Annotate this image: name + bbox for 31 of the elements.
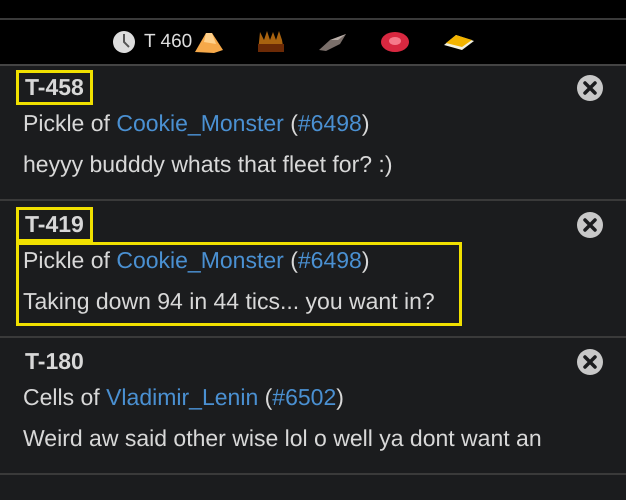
wheat-icon[interactable]: [256, 30, 286, 54]
ingot-icon[interactable]: [442, 33, 476, 51]
player-id-link[interactable]: #6498: [298, 110, 362, 136]
message-turn: T-458: [16, 70, 93, 105]
player-id-link[interactable]: #6498: [298, 247, 362, 273]
clock-icon: [112, 30, 136, 54]
player-id-link[interactable]: #6502: [272, 384, 336, 410]
paren: (: [290, 247, 298, 273]
sender-link[interactable]: Cookie_Monster: [116, 110, 284, 136]
sender-link[interactable]: Vladimir_Lenin: [106, 384, 258, 410]
rock-icon[interactable]: [318, 32, 348, 52]
sender-link[interactable]: Cookie_Monster: [116, 247, 284, 273]
paren: (: [290, 110, 298, 136]
gem-icon[interactable]: [380, 31, 410, 53]
sender-prefix: Cells of: [23, 384, 100, 410]
close-icon[interactable]: [576, 348, 604, 376]
message-body: heyyy budddy whats that fleet for? :): [23, 151, 392, 178]
message-body: Taking down 94 in 44 tics... you want in?: [23, 288, 435, 315]
message-turn: T-419: [16, 207, 93, 242]
turn-counter: T 460: [144, 31, 192, 53]
paren: ): [362, 247, 370, 273]
sender-prefix: Pickle of: [23, 247, 110, 273]
message-turn: T-180: [24, 347, 85, 376]
sender-prefix: Pickle of: [23, 110, 110, 136]
paren: ): [336, 384, 344, 410]
paren: ): [362, 110, 370, 136]
close-icon[interactable]: [576, 74, 604, 102]
message-body: Weird aw said other wise lol o well ya dont want an: [23, 425, 542, 452]
close-icon[interactable]: [576, 210, 604, 238]
sand-pile-icon[interactable]: [194, 30, 224, 54]
paren: (: [264, 384, 272, 410]
